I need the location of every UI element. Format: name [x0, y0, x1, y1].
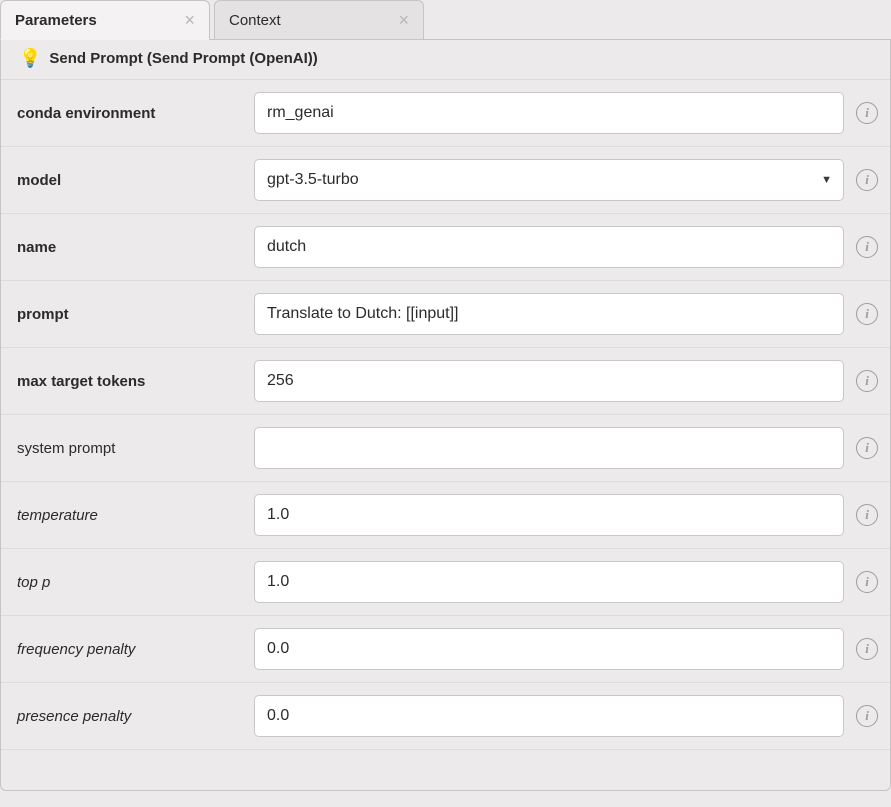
lightbulb-icon: 💡: [19, 48, 41, 69]
info-icon[interactable]: i: [856, 303, 878, 325]
max-target-tokens-input[interactable]: [254, 360, 844, 402]
panel-title: Send Prompt (Send Prompt (OpenAI)): [49, 50, 317, 67]
info-icon[interactable]: i: [856, 571, 878, 593]
top-p-input[interactable]: [254, 561, 844, 603]
tab-parameters[interactable]: Parameters ×: [0, 0, 210, 40]
info-icon[interactable]: i: [856, 705, 878, 727]
info-icon[interactable]: i: [856, 437, 878, 459]
row-name: name i: [1, 214, 890, 281]
label-name: name: [17, 239, 242, 256]
info-icon[interactable]: i: [856, 638, 878, 660]
label-system-prompt: system prompt: [17, 440, 242, 457]
close-icon[interactable]: ×: [398, 10, 409, 31]
tab-parameters-label: Parameters: [15, 12, 97, 29]
tab-context[interactable]: Context ×: [214, 0, 424, 39]
frequency-penalty-input[interactable]: [254, 628, 844, 670]
label-prompt: prompt: [17, 306, 242, 323]
conda-environment-input[interactable]: [254, 92, 844, 134]
prompt-input[interactable]: [254, 293, 844, 335]
name-input[interactable]: [254, 226, 844, 268]
label-conda-environment: conda environment: [17, 105, 242, 122]
presence-penalty-input[interactable]: [254, 695, 844, 737]
row-temperature: temperature i: [1, 482, 890, 549]
label-frequency-penalty: frequency penalty: [17, 641, 242, 658]
close-icon[interactable]: ×: [184, 10, 195, 31]
label-top-p: top p: [17, 574, 242, 591]
tab-context-label: Context: [229, 12, 281, 29]
model-select[interactable]: [254, 159, 844, 201]
info-icon[interactable]: i: [856, 504, 878, 526]
row-max-target-tokens: max target tokens i: [1, 348, 890, 415]
label-temperature: temperature: [17, 507, 242, 524]
row-model: model ▼ i: [1, 147, 890, 214]
tab-bar: Parameters × Context ×: [0, 0, 891, 40]
temperature-input[interactable]: [254, 494, 844, 536]
row-conda-environment: conda environment i: [1, 80, 890, 147]
label-max-target-tokens: max target tokens: [17, 373, 242, 390]
row-presence-penalty: presence penalty i: [1, 683, 890, 750]
row-frequency-penalty: frequency penalty i: [1, 616, 890, 683]
info-icon[interactable]: i: [856, 102, 878, 124]
row-prompt: prompt i: [1, 281, 890, 348]
info-icon[interactable]: i: [856, 236, 878, 258]
info-icon[interactable]: i: [856, 169, 878, 191]
system-prompt-input[interactable]: [254, 427, 844, 469]
label-presence-penalty: presence penalty: [17, 708, 242, 725]
row-system-prompt: system prompt i: [1, 415, 890, 482]
row-top-p: top p i: [1, 549, 890, 616]
label-model: model: [17, 172, 242, 189]
parameters-panel: 💡 Send Prompt (Send Prompt (OpenAI)) con…: [0, 40, 891, 791]
panel-header: 💡 Send Prompt (Send Prompt (OpenAI)): [1, 40, 890, 80]
info-icon[interactable]: i: [856, 370, 878, 392]
